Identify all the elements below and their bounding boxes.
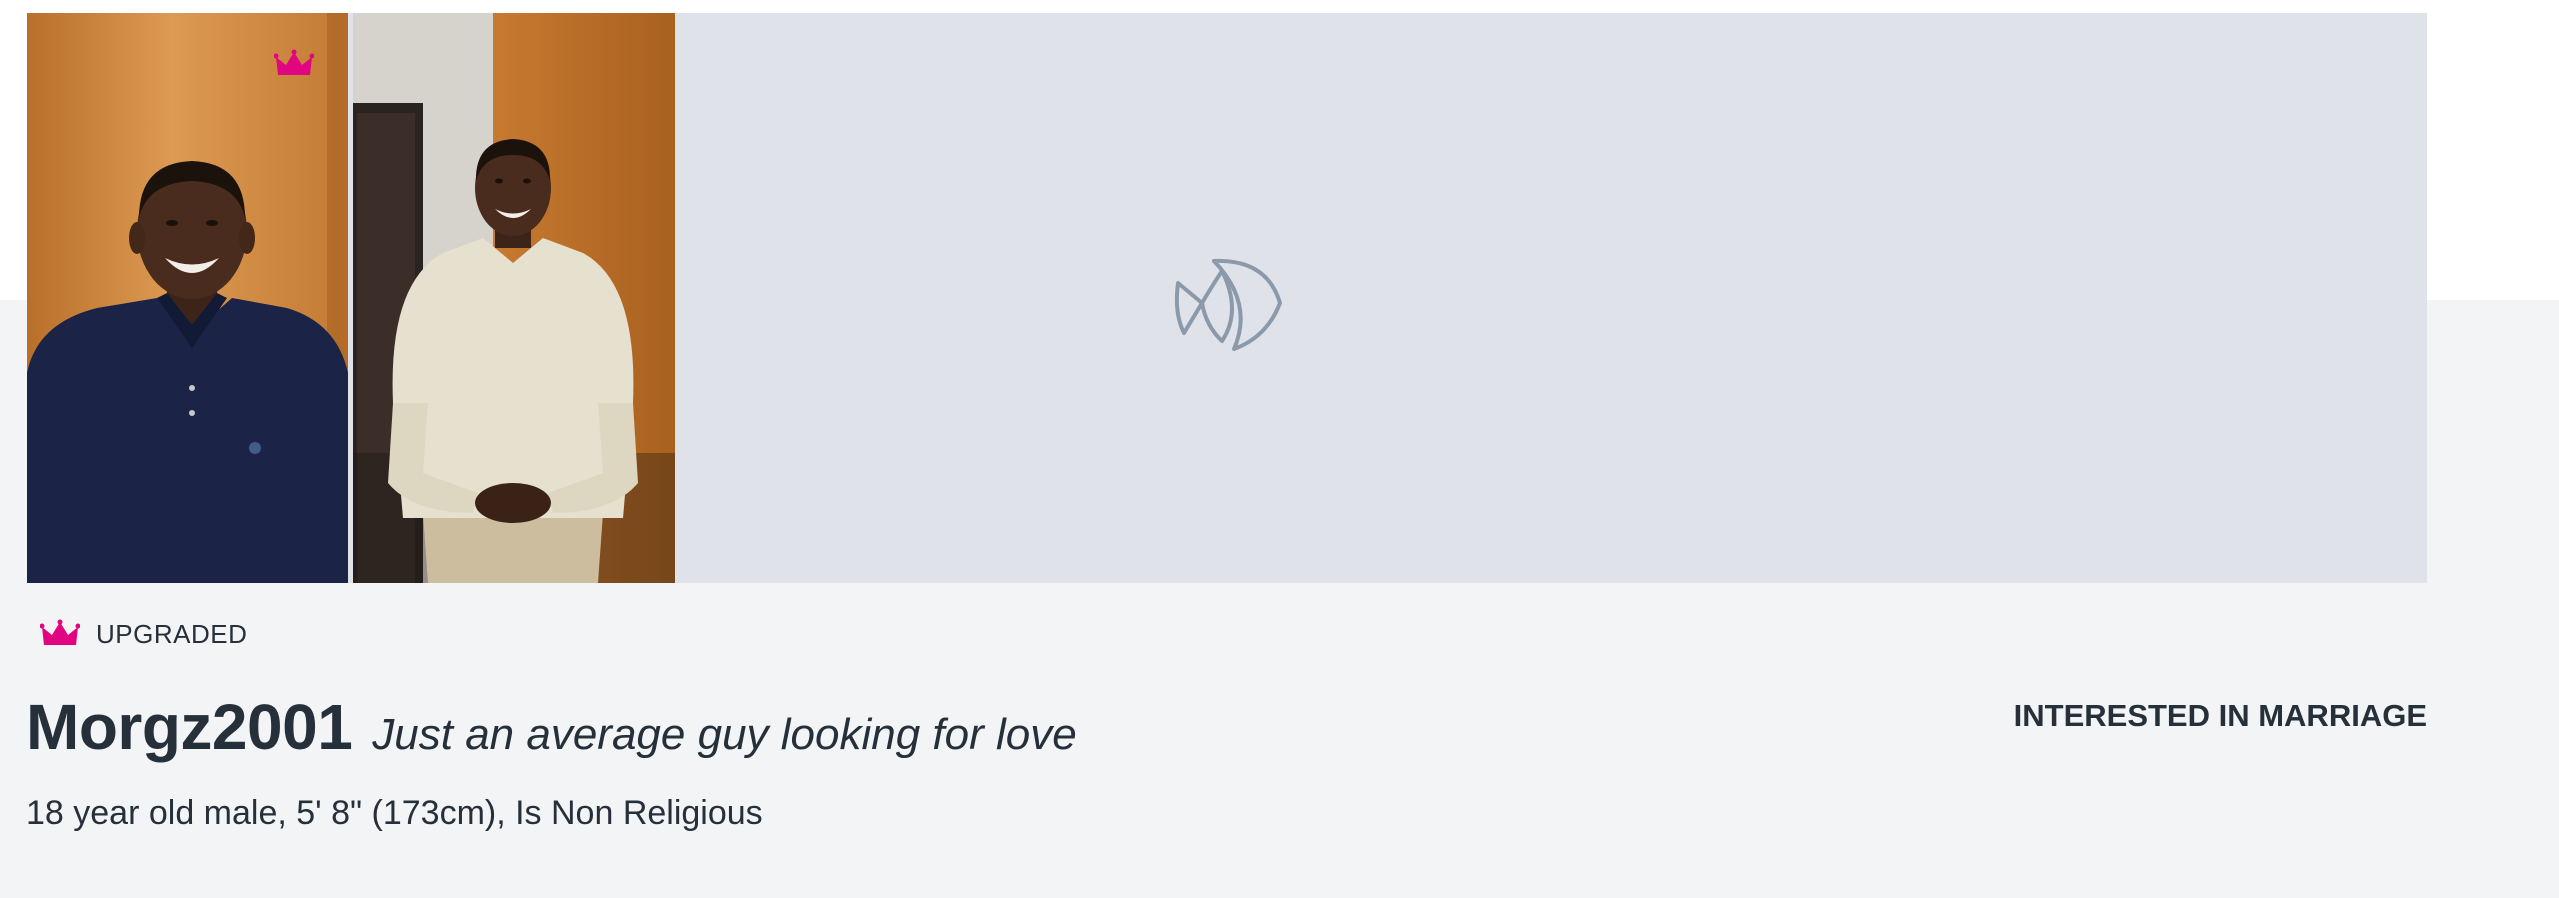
photo-gallery [27, 13, 2427, 583]
profile-photo-2[interactable] [353, 13, 675, 583]
interest-label: INTERESTED IN MARRIAGE [2013, 698, 2427, 733]
upgraded-label: UPGRADED [96, 618, 248, 649]
username: Morgz2001 [26, 691, 353, 763]
tagline: Just an average guy looking for love [372, 710, 1077, 759]
profile-photo-1[interactable] [27, 13, 348, 583]
photo-1-image [27, 13, 348, 583]
profile-title: Morgz2001 Just an average guy looking fo… [26, 690, 1077, 764]
photo-2-image [353, 13, 675, 583]
crown-icon [274, 49, 314, 75]
upgraded-badge: UPGRADED [40, 614, 247, 654]
fish-logo-icon [1174, 258, 1282, 351]
crown-icon [40, 619, 80, 645]
profile-details: 18 year old male, 5' 8" (173cm), Is Non … [26, 794, 763, 832]
